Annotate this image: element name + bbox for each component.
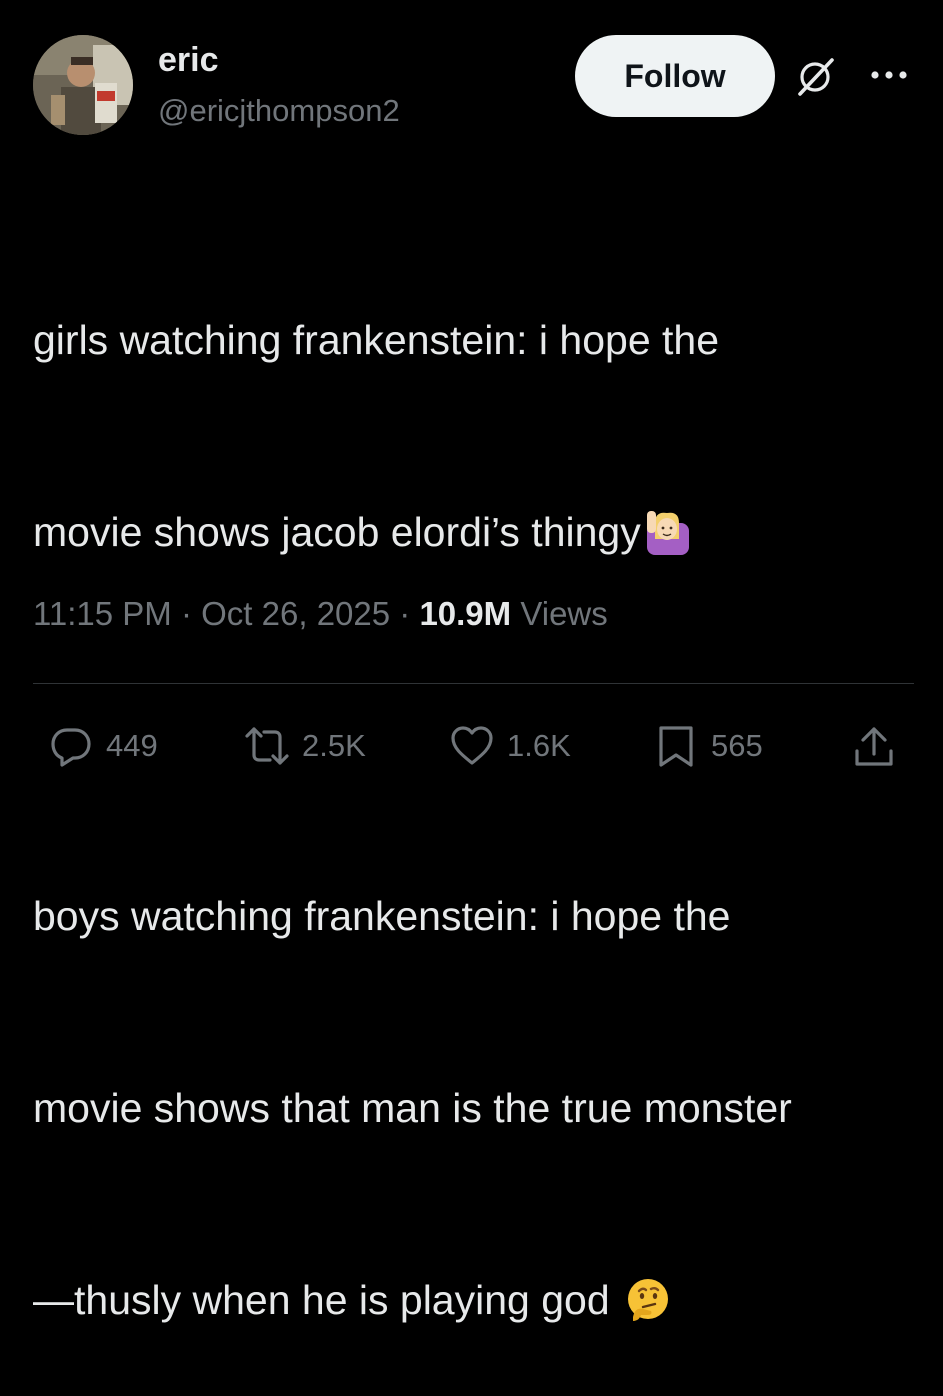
reply-count: 449 (106, 728, 158, 763)
action-bar: 449 2.5K 1.6K 565 (0, 713, 943, 779)
avatar[interactable] (33, 35, 133, 135)
bookmark-button[interactable]: 565 (653, 713, 763, 779)
bookmark-icon (659, 726, 693, 767)
tweet-line-1: girls watching frankenstein: i hope the (33, 317, 720, 363)
meta-separator: · (390, 595, 420, 632)
heart-icon (451, 726, 493, 765)
meta-separator: · (171, 595, 202, 632)
like-count: 1.6K (507, 728, 571, 763)
divider (33, 683, 914, 684)
repost-icon (245, 727, 289, 765)
tweet-line-5-text: —thusly when he is playing god (33, 1277, 610, 1323)
tweet-line-3: boys watching frankenstein: i hope the (33, 893, 731, 939)
tweet-text: girls watching frankenstein: i hope the … (33, 180, 913, 1396)
more-icon[interactable] (866, 58, 912, 92)
share-icon (855, 727, 893, 766)
views-label: Views (511, 595, 608, 632)
tweet-line-2-text: movie shows jacob elordi’s thingy (33, 509, 641, 555)
repost-button[interactable]: 2.5K (244, 713, 366, 779)
bookmark-count: 565 (711, 728, 763, 763)
grok-icon[interactable] (792, 54, 838, 100)
share-button[interactable] (851, 713, 897, 779)
author-handle[interactable]: @ericjthompson2 (158, 92, 400, 130)
views-count: 10.9M (419, 595, 512, 632)
tweet-date[interactable]: Oct 26, 2025 (201, 595, 390, 632)
tweet-line-2: movie shows jacob elordi’s thingy (33, 500, 913, 564)
tweet-time[interactable]: 11:15 PM (33, 595, 172, 632)
author-name[interactable]: eric (158, 40, 219, 80)
follow-button[interactable]: Follow (575, 35, 775, 117)
reply-icon (51, 728, 91, 767)
thinking-face-emoji-icon (625, 1277, 671, 1323)
tweet-line-4: movie shows that man is the true monster (33, 1085, 792, 1131)
reply-button[interactable]: 449 (48, 713, 158, 779)
tweet-meta: 11:15 PM · Oct 26, 2025 · 10.9M Views (33, 592, 608, 636)
tweet-line-5: —thusly when he is playing god (33, 1268, 913, 1332)
repost-count: 2.5K (302, 728, 366, 763)
like-button[interactable]: 1.6K (449, 713, 571, 779)
woman-raising-hand-emoji-icon (645, 509, 691, 555)
